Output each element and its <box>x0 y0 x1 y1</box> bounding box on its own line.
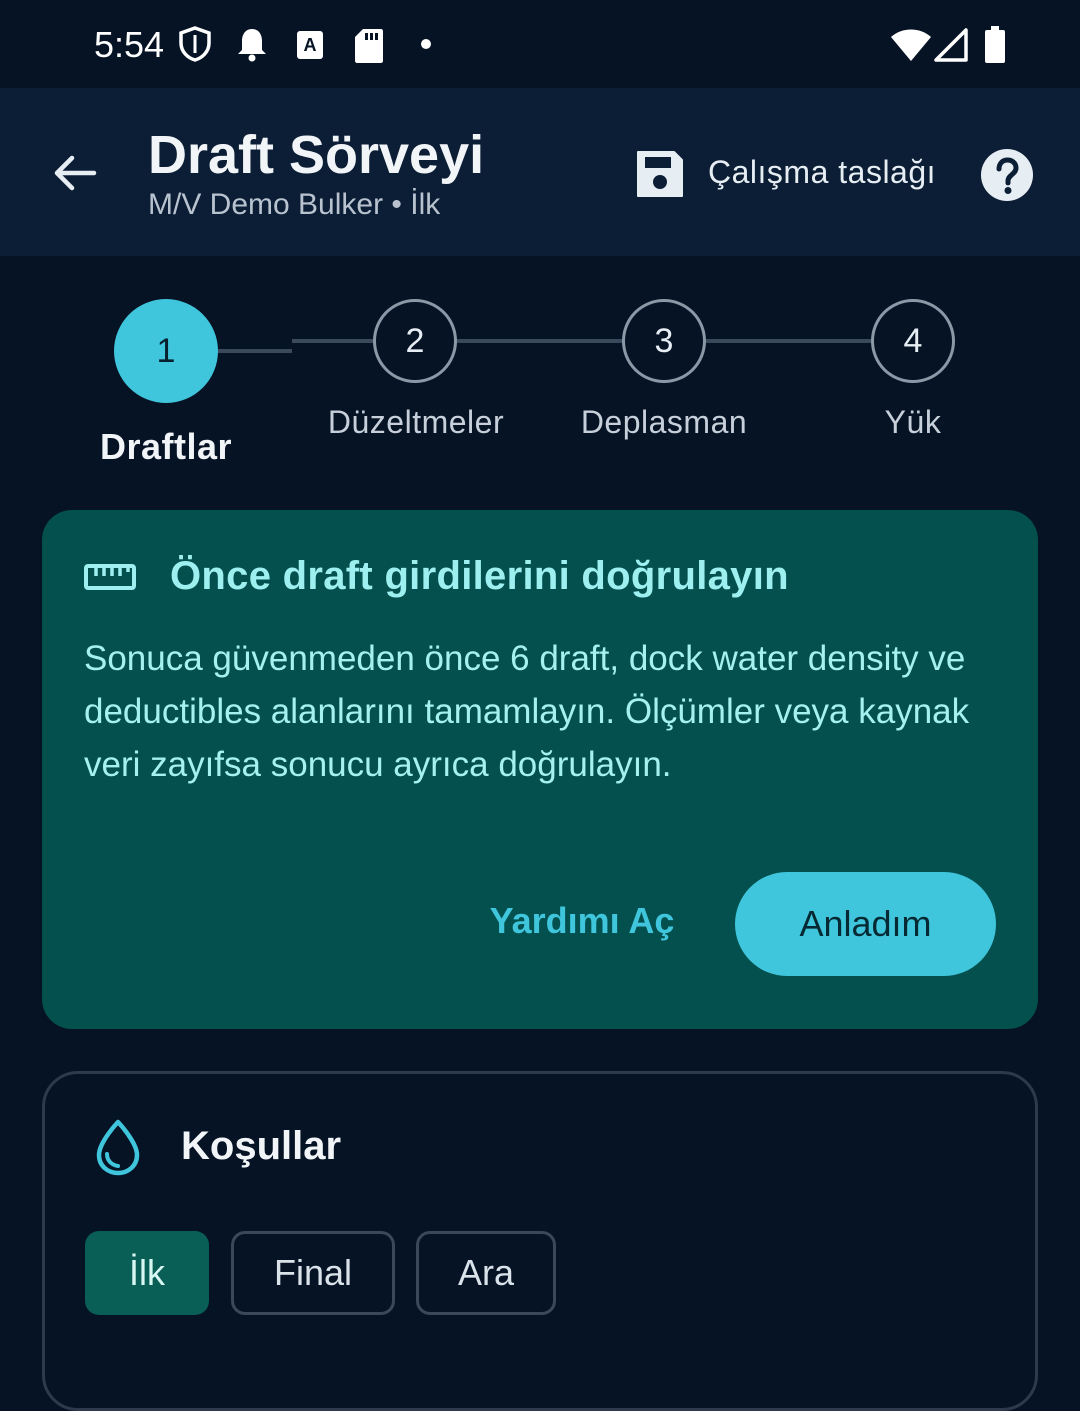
save-draft-button[interactable]: Çalışma taslağı <box>708 154 936 191</box>
conditions-title: Koşullar <box>181 1124 342 1168</box>
step-label-duzeltmeler: Düzeltmeler <box>327 404 505 440</box>
chip-label: Final <box>273 1252 353 1293</box>
sd-card-icon <box>355 29 383 63</box>
step-label-draftlar: Draftlar <box>99 426 233 467</box>
water-drop-icon <box>96 1119 140 1176</box>
step-2[interactable]: 2 <box>373 299 457 383</box>
app-bar: Draft Sörveyi M/V Demo Bulker • İlk Çalı… <box>0 88 1080 256</box>
ruler-icon <box>84 564 136 590</box>
info-title: Önce draft girdilerini doğrulayın <box>170 554 789 598</box>
step-number: 1 <box>156 331 176 370</box>
status-bar: 5:54 A <box>0 0 1080 88</box>
wifi-icon <box>891 29 931 61</box>
info-body: Sonuca güvenmeden önce 6 draft, dock wat… <box>84 639 970 784</box>
bell-icon <box>238 29 266 62</box>
chip-label: İlk <box>129 1252 165 1293</box>
shield-icon <box>179 26 211 62</box>
step-number: 4 <box>903 321 923 360</box>
conditions-card: Koşullar İlk Final Ara <box>42 1071 1038 1411</box>
page-subtitle: M/V Demo Bulker • İlk <box>148 188 441 221</box>
save-icon[interactable] <box>634 148 686 200</box>
a-keyboard-icon: A <box>297 31 323 59</box>
signal-icon <box>934 28 968 62</box>
step-connector <box>456 339 624 343</box>
got-it-button[interactable]: Anladım <box>735 872 996 976</box>
step-1[interactable]: 1 <box>114 299 218 403</box>
step-4[interactable]: 4 <box>871 299 955 383</box>
step-connector <box>218 349 292 353</box>
step-connector <box>292 339 374 343</box>
svg-text:A: A <box>304 35 317 55</box>
help-icon[interactable] <box>980 148 1034 202</box>
step-number: 2 <box>405 321 425 360</box>
step-3[interactable]: 3 <box>622 299 706 383</box>
chip-label: Ara <box>457 1252 515 1293</box>
step-label-yuk: Yük <box>884 404 942 440</box>
step-label-deplasman: Deplasman <box>580 404 748 440</box>
chip-ilk[interactable]: İlk <box>85 1231 209 1315</box>
status-time: 5:54 <box>94 24 165 65</box>
back-arrow-icon[interactable] <box>50 148 100 198</box>
chip-final[interactable]: Final <box>231 1231 395 1315</box>
battery-icon <box>985 26 1005 63</box>
open-help-button[interactable]: Yardımı Aç <box>482 900 682 942</box>
info-card: Önce draft girdilerini doğrulayın Sonuca… <box>42 510 1038 1029</box>
stepper: 1 Draftlar 2 Düzeltmeler 3 Deplasman 4 Y… <box>0 256 1080 506</box>
step-number: 3 <box>654 321 674 360</box>
page-title: Draft Sörveyi <box>148 125 485 185</box>
chip-ara[interactable]: Ara <box>416 1231 556 1315</box>
step-connector <box>706 339 874 343</box>
dot-icon <box>421 39 431 49</box>
